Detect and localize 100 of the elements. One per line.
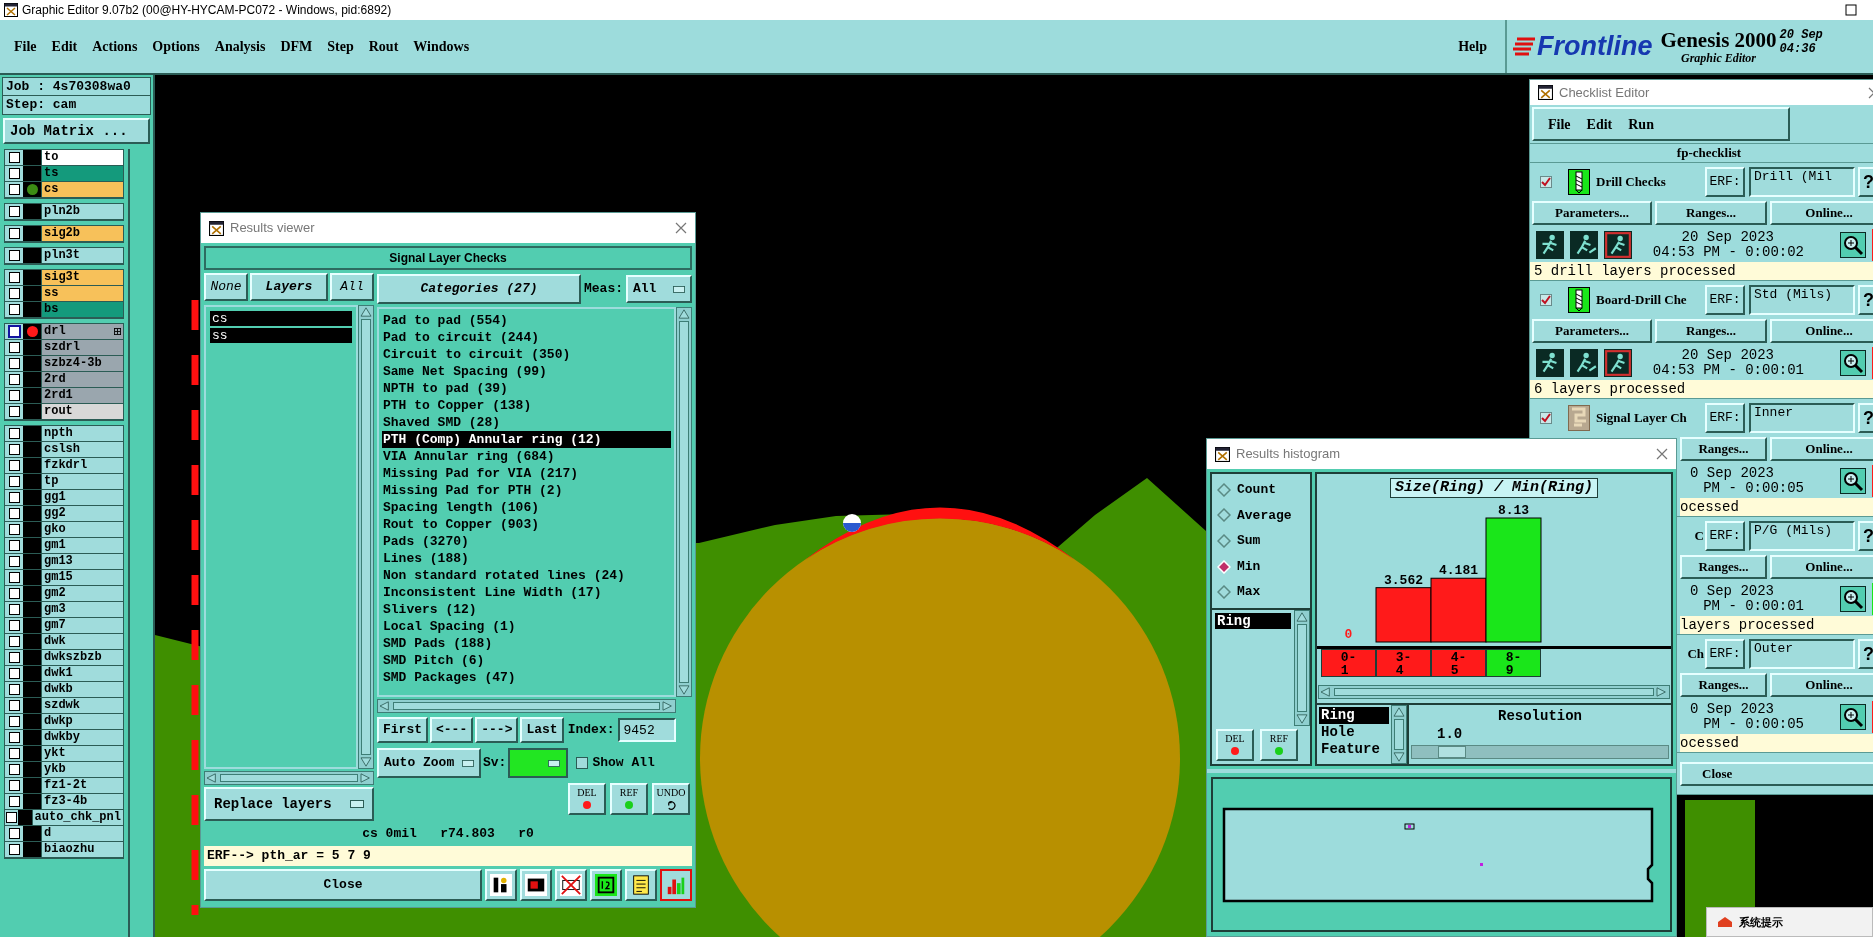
check-checkbox[interactable] <box>1540 175 1552 188</box>
layer-checkbox[interactable] <box>8 342 20 353</box>
category-list-item[interactable]: PTH to Copper (138) <box>382 397 671 414</box>
erf-button[interactable]: ERF: <box>1705 402 1745 433</box>
left-arrow-icon[interactable] <box>379 701 391 711</box>
menu-item[interactable]: Options <box>145 34 207 59</box>
category-list-item[interactable]: Pad to circuit (244) <box>382 329 671 346</box>
layer-name[interactable]: dwk <box>41 634 123 649</box>
layer-name[interactable]: dwk1 <box>41 666 123 681</box>
action-button[interactable]: DEL <box>568 783 606 815</box>
action-button[interactable]: REF <box>1260 729 1298 761</box>
meas-dropdown[interactable]: All <box>626 275 692 303</box>
erf-button[interactable]: ERF: <box>1705 520 1745 551</box>
menu-item[interactable]: Edit <box>1582 113 1617 135</box>
ranges-button[interactable]: Ranges... <box>1680 436 1767 461</box>
measure-list-item[interactable]: Ring <box>1215 613 1291 629</box>
category-list-item[interactable]: SMD Pads (188) <box>382 635 671 652</box>
layer-checkbox[interactable] <box>8 780 20 791</box>
help-button[interactable]: ? <box>1858 166 1873 197</box>
online-button[interactable]: Online... <box>1770 318 1873 343</box>
category-list-item[interactable]: Pad to pad (554) <box>382 312 671 329</box>
scrollbar-thumb[interactable] <box>393 702 660 710</box>
menu-item[interactable]: Run <box>1624 113 1658 135</box>
action-button[interactable]: UNDO <box>652 783 690 815</box>
menu-item[interactable]: Actions <box>85 34 145 59</box>
nav-button[interactable]: Last <box>520 717 564 743</box>
layer-name[interactable]: gko <box>41 522 123 537</box>
parameters-button[interactable]: Parameters... <box>1532 200 1652 225</box>
layer-name[interactable]: rout <box>41 404 123 419</box>
category-list-item[interactable]: SMD Packages (47) <box>382 669 671 686</box>
zoom-icon[interactable] <box>1840 586 1866 613</box>
layer-name[interactable]: sig3t <box>41 270 123 285</box>
help-button[interactable]: ? <box>1858 284 1873 315</box>
layer-name[interactable]: fz1-2t <box>41 778 123 793</box>
layer-checkbox[interactable] <box>6 812 18 823</box>
nav-button[interactable]: ---> <box>475 717 519 743</box>
layer-name[interactable]: cslsh <box>41 442 123 457</box>
category-list-item[interactable]: NPTH to pad (39) <box>382 380 671 397</box>
layer-filter-tab[interactable]: All <box>330 273 374 301</box>
running-figure-icon[interactable] <box>1536 231 1564 260</box>
layer-checkbox[interactable] <box>8 184 20 195</box>
scrollbar-thumb[interactable] <box>679 321 689 683</box>
horizontal-scrollbar[interactable] <box>377 699 676 713</box>
horizontal-scrollbar[interactable] <box>1318 685 1670 699</box>
menu-item[interactable]: Edit <box>44 34 85 59</box>
layer-checkbox[interactable] <box>8 428 20 439</box>
layer-name[interactable]: 2rd <box>41 372 123 387</box>
vertical-scrollbar[interactable] <box>358 305 374 769</box>
online-button[interactable]: Online... <box>1770 672 1873 697</box>
category-list-item[interactable]: Missing Pad for VIA (217) <box>382 465 671 482</box>
layer-checkbox[interactable] <box>8 748 20 759</box>
layer-checkbox[interactable] <box>8 620 20 631</box>
layer-checkbox[interactable] <box>8 684 20 695</box>
layer-name[interactable]: dwkb <box>41 682 123 697</box>
layer-checkbox[interactable] <box>8 374 20 385</box>
scrollbar-thumb[interactable] <box>1394 719 1404 750</box>
category-list-item[interactable]: VIA Annular ring (684) <box>382 448 671 465</box>
layer-name[interactable]: fzkdrl <box>41 458 123 473</box>
layer-checkbox[interactable] <box>8 732 20 743</box>
up-arrow-icon[interactable] <box>1393 707 1405 717</box>
layer-name[interactable]: gm15 <box>41 570 123 585</box>
layer-name[interactable]: dwkby <box>41 730 123 745</box>
layer-checkbox[interactable] <box>8 828 20 839</box>
layer-name[interactable]: ykb <box>41 762 123 777</box>
layer-name[interactable]: 2rd1 <box>41 388 123 403</box>
layer-name[interactable]: pln2b <box>41 204 123 219</box>
erf-button[interactable]: ERF: <box>1705 166 1745 197</box>
size-type-item[interactable]: Hole <box>1319 724 1389 741</box>
category-list-item[interactable]: Slivers (12) <box>382 601 671 618</box>
resolution-slider[interactable] <box>1411 745 1669 759</box>
radio-option[interactable]: Sum <box>1212 531 1310 551</box>
zoom-icon[interactable] <box>1840 704 1866 731</box>
layer-checkbox[interactable] <box>8 390 20 401</box>
layer-checkbox[interactable] <box>8 844 20 855</box>
crossed-out-tool-button[interactable] <box>555 869 587 901</box>
close-button[interactable]: Close <box>1680 761 1873 786</box>
layer-checkbox[interactable] <box>8 228 20 239</box>
parameters-button[interactable]: Parameters... <box>1532 318 1652 343</box>
layer-checkbox[interactable] <box>8 250 20 261</box>
layer-checkbox[interactable] <box>8 588 20 599</box>
category-list-item[interactable]: SMD Pitch (6) <box>382 652 671 669</box>
figure-tool-button[interactable] <box>485 869 517 901</box>
layer-checkbox[interactable] <box>8 572 20 583</box>
right-arrow-icon[interactable] <box>662 701 674 711</box>
running-figure-icon[interactable] <box>1604 231 1632 260</box>
action-button[interactable]: REF <box>610 783 648 815</box>
zoom-icon[interactable] <box>1840 232 1866 259</box>
layer-checkbox[interactable] <box>8 668 20 679</box>
close-icon[interactable] <box>675 222 687 234</box>
layer-filter-tab[interactable]: None <box>204 273 248 301</box>
layer-name[interactable]: drl <box>41 324 123 339</box>
close-button[interactable]: Close <box>204 869 482 901</box>
layer-name[interactable]: dwkp <box>41 714 123 729</box>
layer-name[interactable]: ts <box>41 166 123 181</box>
ranges-button[interactable]: Ranges... <box>1680 672 1767 697</box>
up-arrow-icon[interactable] <box>360 307 372 317</box>
menu-item[interactable]: File <box>1544 113 1575 135</box>
layer-checkbox[interactable] <box>8 540 20 551</box>
check-checkbox[interactable] <box>1540 411 1552 424</box>
layer-name[interactable]: szdrl <box>41 340 123 355</box>
